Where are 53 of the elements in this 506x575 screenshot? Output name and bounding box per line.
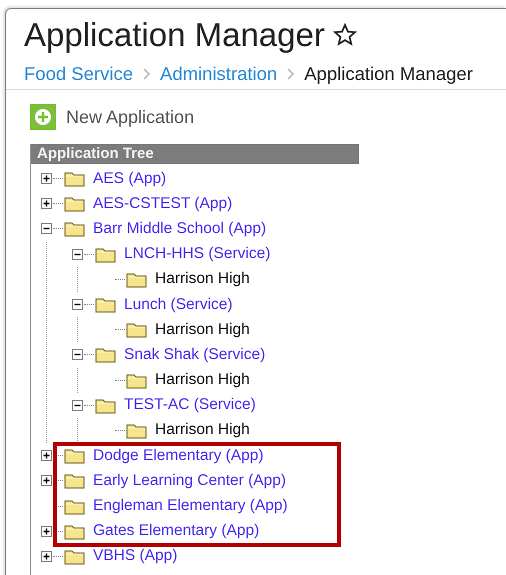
tree-item[interactable]: Snak Shak (Service)	[124, 346, 266, 364]
tree-item[interactable]: Engleman Elementary (App)	[93, 497, 288, 516]
expand-toggle[interactable]	[41, 475, 52, 486]
breadcrumb-link[interactable]: Administration	[160, 63, 278, 85]
new-application-button[interactable]: New Application	[30, 104, 194, 130]
folder-icon	[64, 548, 85, 565]
tree-item[interactable]: AES-CSTEST (App)	[93, 194, 232, 213]
folder-icon	[126, 422, 147, 439]
chevron-icon	[143, 68, 150, 80]
folder-icon	[95, 296, 116, 314]
folder-icon	[126, 372, 147, 389]
chevron-icon	[287, 68, 294, 80]
tree-item[interactable]: VBHS (App)	[93, 547, 178, 566]
folder-icon	[64, 220, 85, 238]
expand-toggle[interactable]	[41, 450, 52, 462]
folder-icon	[64, 195, 85, 212]
tree-item[interactable]: Early Learning Center (App)	[93, 472, 286, 490]
page-title: Application Manager	[24, 15, 325, 55]
expand-toggle[interactable]	[41, 198, 52, 210]
folder-icon	[64, 447, 85, 464]
tree-item[interactable]: LNCH-HHS (Service)	[124, 245, 270, 264]
expand-toggle[interactable]	[41, 526, 52, 537]
breadcrumb-link[interactable]: Food Service	[24, 63, 133, 85]
tree-item[interactable]: TEST-AC (Service)	[124, 396, 256, 414]
folder-icon	[64, 170, 85, 188]
folder-icon	[126, 321, 147, 338]
folder-icon	[64, 472, 85, 490]
tree-item[interactable]: Harrison High	[155, 421, 250, 440]
tree-item[interactable]: Dodge Elementary (App)	[93, 446, 264, 465]
tree-item[interactable]: Harrison High	[155, 371, 250, 390]
tree-item[interactable]: AES (App)	[93, 170, 166, 188]
collapse-toggle[interactable]	[72, 400, 83, 411]
collapse-toggle[interactable]	[41, 223, 52, 234]
folder-icon	[64, 498, 85, 515]
collapse-toggle[interactable]	[72, 248, 83, 260]
star-icon[interactable]	[332, 23, 357, 47]
breadcrumb-current: Application Manager	[304, 63, 473, 85]
folder-icon	[64, 522, 85, 540]
tree-item[interactable]: Gates Elementary (App)	[93, 522, 260, 540]
collapse-toggle[interactable]	[72, 299, 83, 310]
folder-icon	[126, 270, 147, 288]
tree-item[interactable]: Harrison High	[155, 270, 250, 288]
expand-toggle[interactable]	[41, 550, 52, 562]
collapse-toggle[interactable]	[72, 349, 83, 360]
tree-item[interactable]: Barr Middle School (App)	[93, 220, 266, 238]
tree-item[interactable]: Harrison High	[155, 320, 250, 339]
folder-icon	[95, 246, 116, 263]
expand-toggle[interactable]	[41, 173, 52, 184]
folder-icon	[95, 396, 116, 414]
plus-icon	[34, 108, 52, 126]
folder-icon	[95, 346, 116, 364]
panel-header: Application Tree	[31, 144, 359, 164]
tree-item[interactable]: Lunch (Service)	[124, 296, 233, 314]
